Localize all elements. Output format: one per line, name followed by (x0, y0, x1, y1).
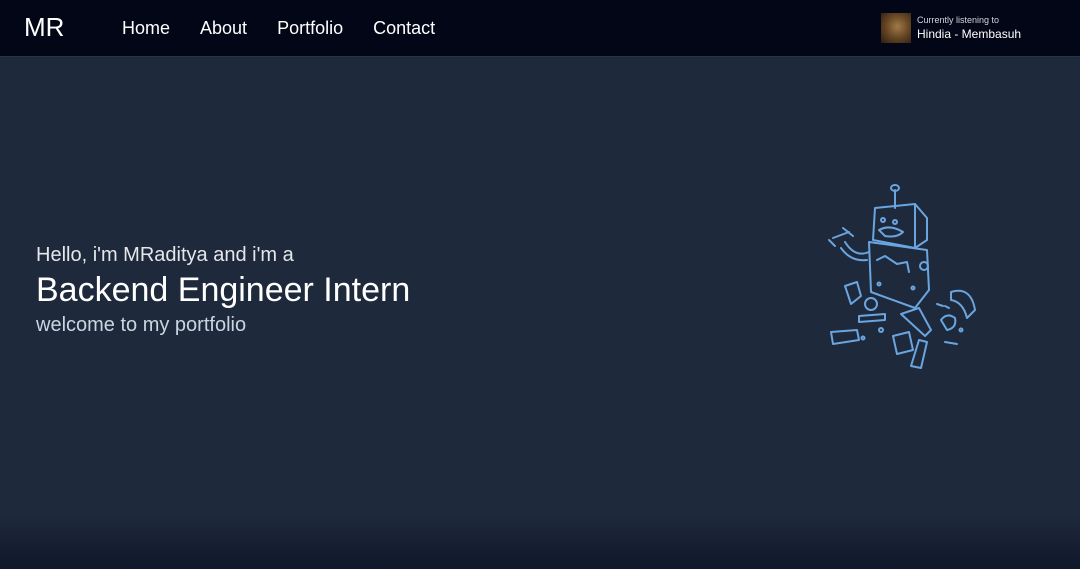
hero-text: Hello, i'm MRaditya and i'm a Backend En… (36, 242, 410, 338)
now-playing-widget[interactable]: Currently listening to Hindia - Membasuh (881, 13, 1021, 43)
nav-links: Home About Portfolio Contact (122, 18, 465, 39)
hero-greeting: Hello, i'm MRaditya and i'm a (36, 244, 294, 266)
navbar: MR Home About Portfolio Contact Currentl… (0, 0, 1080, 57)
nav-link-about[interactable]: About (200, 18, 247, 39)
nav-link-home[interactable]: Home (122, 18, 170, 39)
nav-link-contact[interactable]: Contact (373, 18, 435, 39)
logo-link[interactable]: MR (24, 12, 64, 43)
bottom-fade (0, 515, 1080, 569)
album-art-icon (881, 13, 911, 43)
now-playing-caption: Currently listening to (917, 15, 1000, 25)
now-playing-track: Hindia - Membasuh (917, 27, 1022, 41)
nav-link-portfolio[interactable]: Portfolio (277, 18, 343, 39)
broken-robot-illustration (828, 184, 976, 369)
hero-welcome: welcome to my portfolio (36, 314, 247, 336)
hero-role: Backend Engineer Intern (36, 271, 411, 309)
